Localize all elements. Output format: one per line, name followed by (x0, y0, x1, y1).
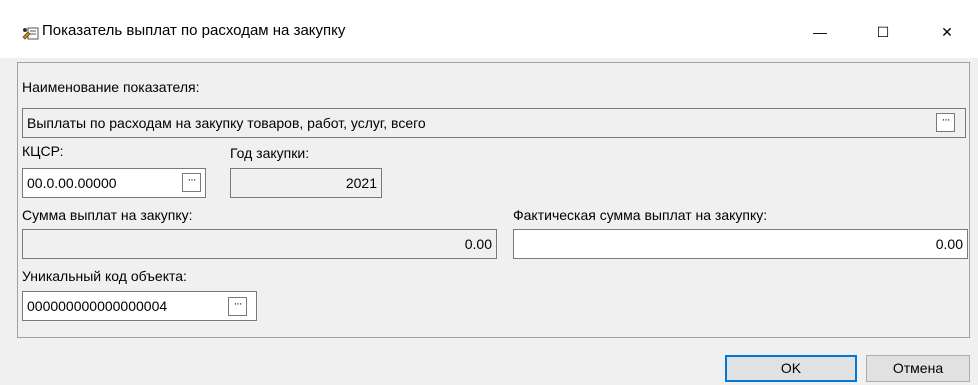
maximize-button[interactable]: ☐ (860, 14, 906, 50)
minimize-button[interactable]: — (797, 14, 843, 50)
ok-button[interactable]: OK (725, 355, 857, 382)
unique-code-ellipsis-button[interactable]: ··· (228, 297, 247, 316)
unique-code-label: Уникальный код объекта: (22, 268, 187, 284)
unique-code-field[interactable]: 000000000000000004 (22, 291, 257, 321)
indicator-name-ellipsis-button[interactable]: ··· (936, 113, 955, 132)
payment-sum-field: 0.00 (22, 229, 497, 259)
purchase-year-field: 2021 (230, 168, 382, 198)
kcsr-field[interactable]: 00.0.00.00000 (22, 168, 206, 198)
close-button[interactable]: ✕ (924, 14, 970, 50)
title-bar: Показатель выплат по расходам на закупку… (0, 0, 978, 58)
cancel-button[interactable]: Отмена (866, 355, 970, 382)
window-title: Показатель выплат по расходам на закупку (42, 22, 346, 39)
maximize-icon: ☐ (876, 24, 890, 40)
indicator-name-label: Наименование показателя: (22, 79, 200, 95)
kcsr-label: КЦСР: (22, 143, 64, 159)
purchase-year-label: Год закупки: (230, 145, 310, 161)
actual-sum-label: Фактическая сумма выплат на закупку: (513, 207, 768, 223)
kcsr-ellipsis-button[interactable]: ··· (182, 173, 201, 192)
payment-sum-label: Сумма выплат на закупку: (22, 207, 193, 223)
indicator-name-field[interactable]: Выплаты по расходам на закупку товаров, … (22, 108, 966, 138)
actual-sum-field[interactable]: 0.00 (513, 229, 968, 259)
minimize-icon: — (813, 24, 827, 40)
close-icon: ✕ (941, 24, 953, 40)
form-edit-icon (22, 27, 39, 40)
